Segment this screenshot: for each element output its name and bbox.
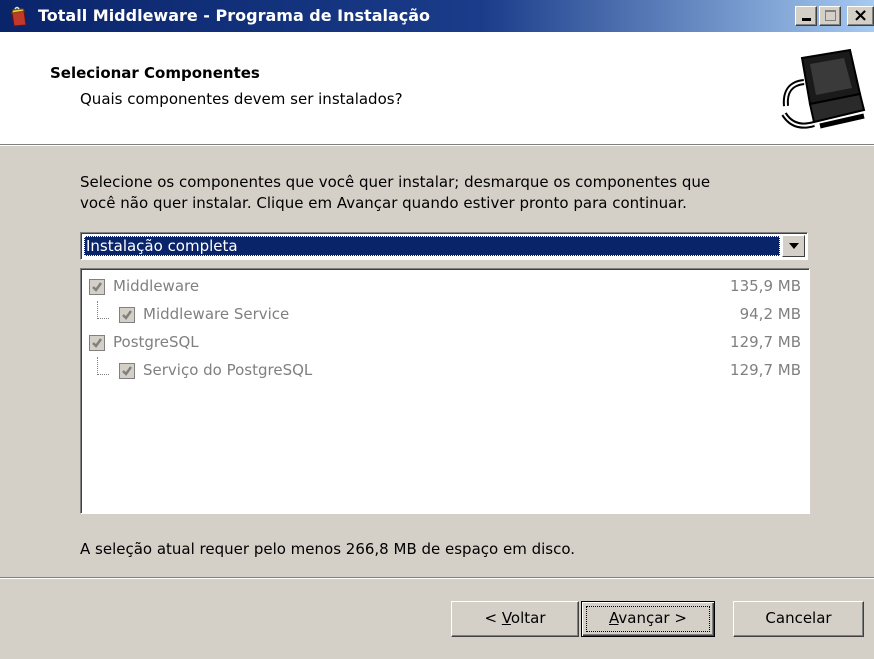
install-type-dropdown[interactable]: Instalação completa: [80, 232, 808, 260]
page-subtitle: Quais componentes devem ser instalados?: [80, 90, 403, 108]
component-row-middleware-service[interactable]: Middleware Service 94,2 MB: [81, 301, 807, 329]
title-bar[interactable]: Totall Middleware - Programa de Instalaç…: [0, 0, 874, 32]
minimize-icon: [802, 18, 811, 21]
component-checkbox[interactable]: [89, 279, 105, 295]
maximize-button[interactable]: [819, 6, 841, 26]
instructions-line: você não quer instalar. Clique em Avança…: [80, 194, 687, 212]
install-type-selected[interactable]: Instalação completa: [84, 236, 780, 256]
window-title: Totall Middleware - Programa de Instalaç…: [38, 6, 431, 25]
minimize-button[interactable]: [795, 6, 817, 26]
back-button-accel: V: [501, 609, 511, 627]
checkmark-icon: [92, 282, 103, 292]
instructions-text: Selecione os componentes que você quer i…: [80, 172, 800, 214]
component-checkbox[interactable]: [119, 307, 135, 323]
component-label: Middleware: [113, 277, 200, 295]
component-label: Middleware Service: [143, 305, 290, 323]
component-size: 129,7 MB: [730, 361, 801, 379]
footer-divider: [0, 577, 874, 579]
component-row-middleware[interactable]: Middleware 135,9 MB: [81, 273, 807, 301]
component-size: 129,7 MB: [730, 333, 801, 351]
header-divider: [0, 144, 874, 146]
wizard-header: Selecionar Componentes Quais componentes…: [0, 32, 874, 144]
disk-space-text: A seleção atual requer pelo menos 266,8 …: [80, 540, 576, 558]
checkmark-icon: [122, 310, 133, 320]
components-list[interactable]: Middleware 135,9 MB Middleware Service 9…: [80, 268, 810, 514]
next-button[interactable]: Avançar >: [581, 601, 715, 637]
instructions-line: Selecione os componentes que você quer i…: [80, 173, 711, 191]
installer-app-icon: [9, 6, 29, 27]
page-title: Selecionar Componentes: [50, 64, 260, 82]
checkmark-icon: [122, 366, 133, 376]
back-button-prefix: <: [484, 609, 502, 627]
dropdown-button[interactable]: [782, 235, 805, 257]
maximize-icon: [825, 10, 836, 21]
computer-install-icon: [780, 44, 868, 134]
setup-window: Totall Middleware - Programa de Instalaç…: [0, 0, 874, 659]
component-checkbox[interactable]: [119, 363, 135, 379]
component-checkbox[interactable]: [89, 335, 105, 351]
component-label: Serviço do PostgreSQL: [143, 361, 313, 379]
chevron-down-icon: [789, 243, 799, 249]
component-label: PostgreSQL: [113, 333, 199, 351]
back-button-rest: oltar: [510, 609, 546, 627]
tree-connector: [97, 301, 109, 319]
component-row-postgresql[interactable]: PostgreSQL 129,7 MB: [81, 329, 807, 357]
back-button[interactable]: < Voltar: [451, 601, 579, 637]
cancel-button[interactable]: Cancelar: [733, 601, 864, 637]
tree-connector: [97, 357, 109, 375]
close-button[interactable]: ×: [847, 5, 874, 26]
checkmark-icon: [92, 338, 103, 348]
component-row-postgresql-service[interactable]: Serviço do PostgreSQL 129,7 MB: [81, 357, 807, 385]
focus-rect: [586, 606, 710, 632]
component-size: 94,2 MB: [739, 305, 801, 323]
component-size: 135,9 MB: [730, 277, 801, 295]
close-icon: ×: [853, 5, 869, 26]
